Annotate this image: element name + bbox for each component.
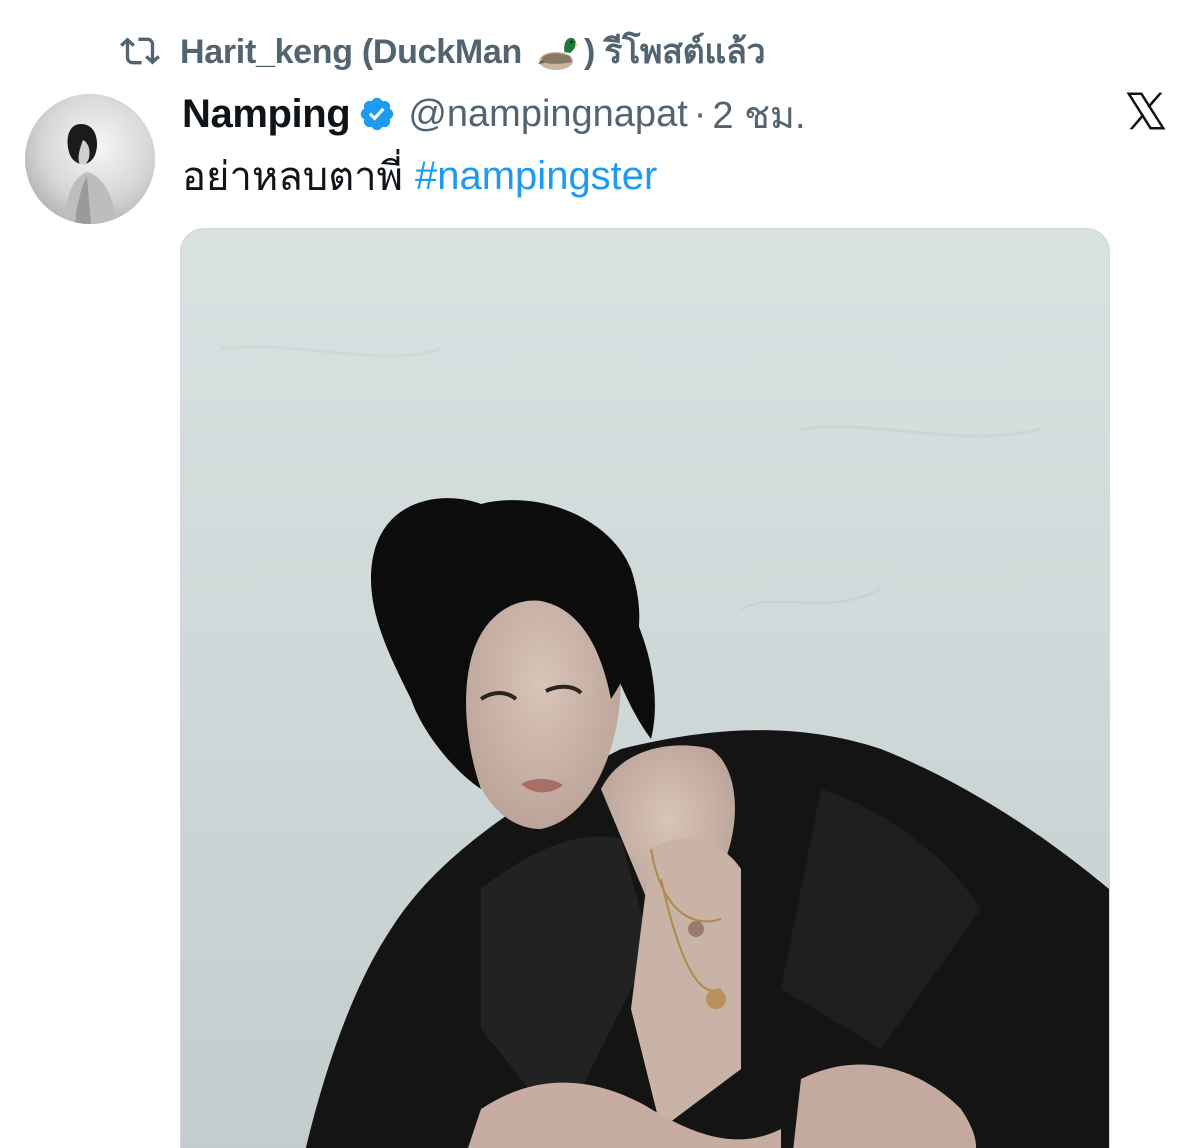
tweet-body: อย่าหลบตาพี่ — [182, 155, 403, 199]
user-handle[interactable]: @nampingnapat — [408, 93, 687, 136]
tweet-text: อย่าหลบตาพี่ #nampingster — [182, 148, 657, 204]
tweet-screenshot: Harit_keng (DuckMan ) รีโพสต์แล้ว Nampin… — [0, 0, 1200, 1148]
repost-label: Harit_keng (DuckMan ) รีโพสต์แล้ว — [180, 24, 766, 78]
profile-photo-icon — [25, 94, 155, 224]
tweet-header: Namping @nampingnapat · 2 ชม. — [182, 88, 806, 140]
mallard-duck-emoji-icon — [537, 37, 578, 71]
repost-user-name[interactable]: Harit_keng (DuckMan — [180, 33, 522, 71]
repost-suffix: ) รีโพสต์แล้ว — [583, 33, 766, 71]
avatar[interactable] — [25, 94, 155, 224]
timestamp[interactable]: 2 ชม. — [712, 84, 805, 145]
verified-badge-icon — [358, 95, 396, 133]
portrait-photo-icon — [181, 229, 1109, 1148]
separator-dot: · — [693, 92, 707, 135]
hashtag-link[interactable]: #nampingster — [415, 154, 657, 199]
repost-context[interactable]: Harit_keng (DuckMan ) รีโพสต์แล้ว — [118, 28, 766, 74]
tweet-media[interactable] — [180, 228, 1110, 1148]
x-logo-icon[interactable] — [1122, 88, 1170, 134]
repost-icon — [118, 29, 162, 73]
display-name[interactable]: Namping — [182, 92, 351, 137]
